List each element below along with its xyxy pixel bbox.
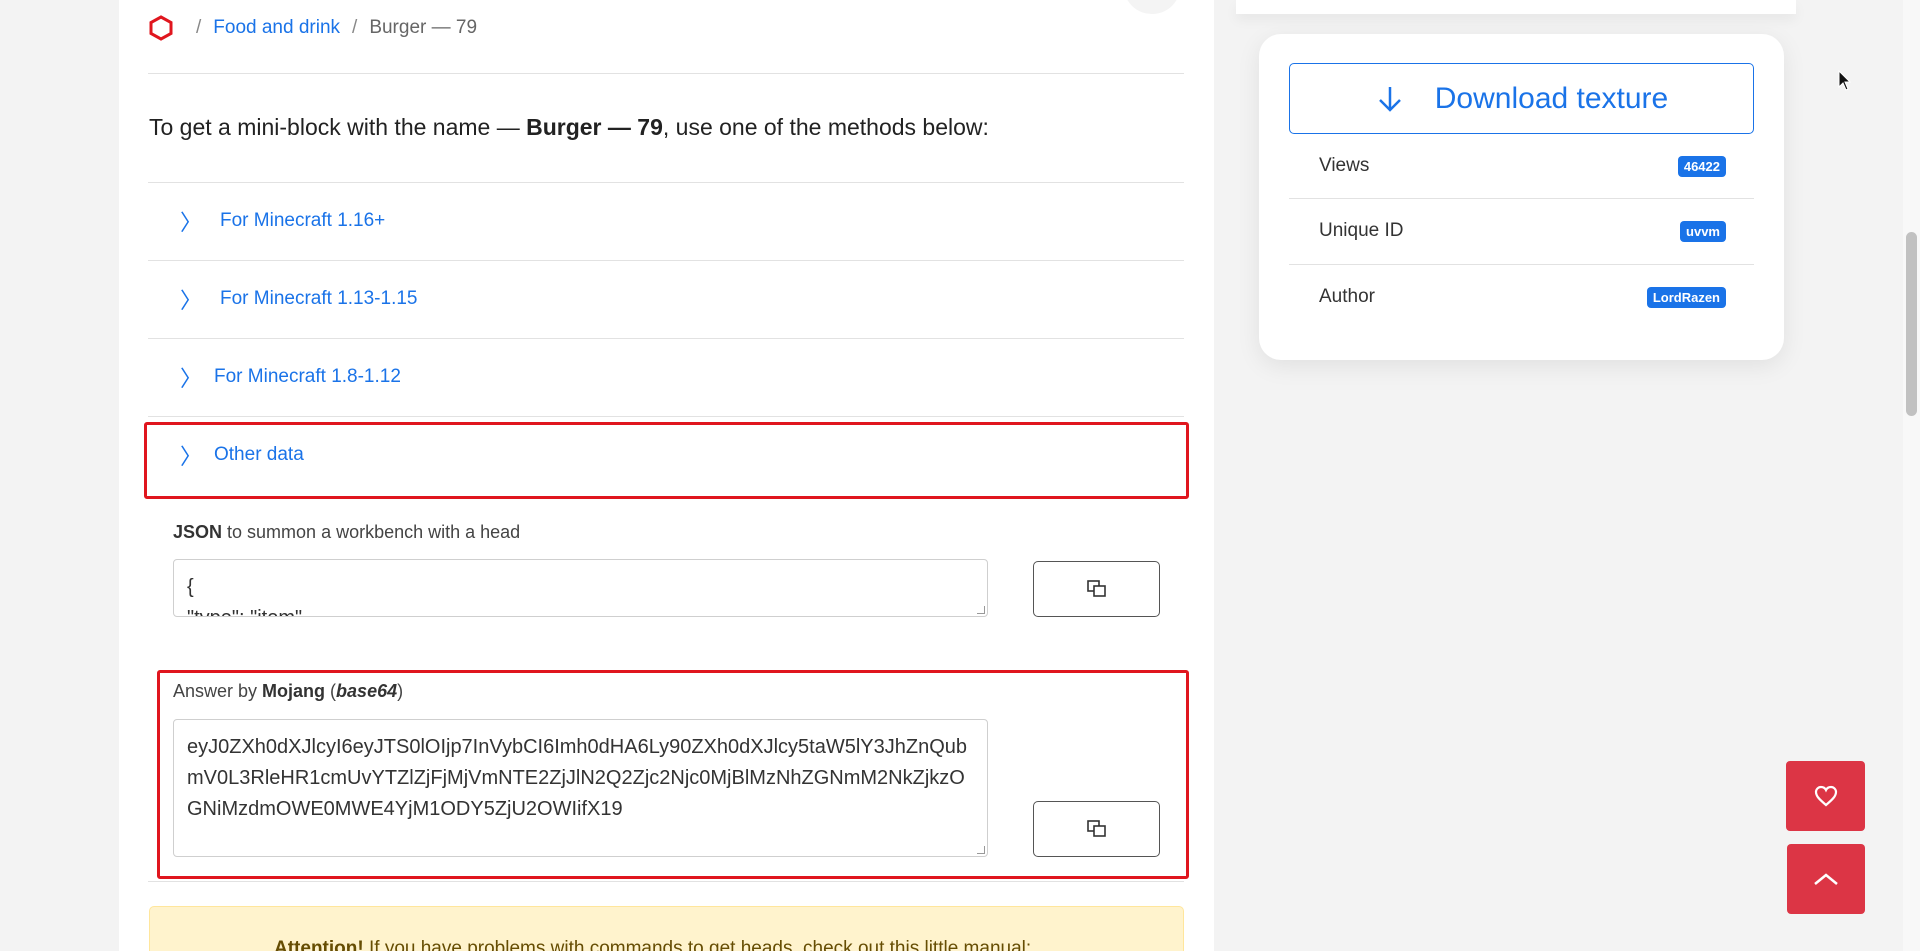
intro-suffix: , use one of the methods below: bbox=[662, 114, 989, 140]
favorite-button[interactable] bbox=[1786, 761, 1865, 831]
chevron-right-icon: 〉 bbox=[180, 211, 203, 236]
intro-prefix: To get a mini-block with the name — bbox=[149, 114, 527, 140]
json-value-line: "type": "item", bbox=[187, 603, 974, 616]
mojang-base64-value: eyJ0ZXh0dXJlcyI6eyJTS0lOIjp7InVybCI6Imh0… bbox=[187, 736, 968, 820]
chevron-right-icon: 〉 bbox=[180, 367, 203, 392]
accordion-label: For Minecraft 1.8-1.12 bbox=[214, 366, 401, 387]
info-key: Author bbox=[1319, 286, 1375, 307]
resize-handle[interactable] bbox=[977, 606, 985, 614]
json-field-label: JSON to summon a workbench with a head bbox=[173, 522, 520, 543]
divider bbox=[148, 73, 1184, 74]
scroll-to-top-button[interactable] bbox=[1787, 844, 1865, 914]
info-row-views: Views 46422 bbox=[1289, 133, 1754, 199]
author-badge[interactable]: LordRazen bbox=[1646, 286, 1726, 308]
views-badge: 46422 bbox=[1677, 155, 1726, 177]
attention-bold: Attention! bbox=[274, 938, 364, 951]
arrow-down-icon bbox=[1378, 86, 1401, 112]
accordion-item-minecraft-1-13[interactable]: 〉 For Minecraft 1.13-1.15 bbox=[148, 260, 1184, 338]
highlight-box-other-data bbox=[144, 422, 1189, 499]
breadcrumb-category-link[interactable]: Food and drink bbox=[213, 17, 340, 39]
attention-alert: Attention! If you have problems with com… bbox=[149, 906, 1184, 951]
intro-text: To get a mini-block with the name — Burg… bbox=[149, 114, 989, 141]
accordion-item-minecraft-1-16[interactable]: 〉 For Minecraft 1.16+ bbox=[148, 182, 1184, 260]
json-textarea[interactable]: { "type": "item", bbox=[173, 559, 988, 617]
resize-handle[interactable] bbox=[977, 846, 985, 854]
accordion-label: For Minecraft 1.13-1.15 bbox=[220, 288, 418, 309]
unique-id-badge: uvvm bbox=[1680, 220, 1726, 242]
copy-icon bbox=[1086, 580, 1106, 597]
accordion-label: For Minecraft 1.16+ bbox=[220, 210, 386, 231]
breadcrumb-separator: / bbox=[196, 17, 202, 38]
breadcrumb-separator: / bbox=[352, 17, 358, 38]
accordion-item-minecraft-1-8[interactable]: 〉 For Minecraft 1.8-1.12 bbox=[148, 338, 1184, 416]
logo-icon[interactable] bbox=[148, 15, 174, 41]
mojang-base64-textarea[interactable]: eyJ0ZXh0dXJlcyI6eyJTS0lOIjp7InVybCI6Imh0… bbox=[173, 719, 988, 857]
sidebar-top-card bbox=[1236, 0, 1796, 14]
mojang-label-italic: base64 bbox=[336, 681, 398, 701]
heart-icon bbox=[1814, 785, 1837, 807]
chevron-up-icon bbox=[1814, 873, 1838, 885]
mojang-field-label: Answer by Mojang (base64) bbox=[173, 681, 403, 702]
json-label-bold: JSON bbox=[173, 522, 223, 542]
breadcrumb-current: Burger — 79 bbox=[369, 17, 478, 38]
mojang-label-prefix: Answer by bbox=[173, 681, 263, 701]
attention-text: If you have problems with commands to ge… bbox=[363, 938, 1032, 951]
download-texture-button[interactable]: Download texture bbox=[1289, 63, 1754, 134]
json-value-line: { bbox=[187, 576, 194, 598]
scrollbar-thumb[interactable] bbox=[1906, 232, 1917, 416]
info-row-unique-id: Unique ID uvvm bbox=[1289, 198, 1754, 264]
copy-json-button[interactable] bbox=[1033, 561, 1160, 617]
copy-mojang-button[interactable] bbox=[1033, 801, 1160, 857]
divider bbox=[148, 881, 1184, 882]
copy-icon bbox=[1086, 820, 1106, 837]
chevron-right-icon: 〉 bbox=[180, 289, 203, 314]
mojang-label-bold: Mojang bbox=[262, 681, 326, 701]
mojang-label-paren: ( bbox=[325, 681, 337, 701]
json-label-rest: to summon a workbench with a head bbox=[222, 522, 521, 542]
mojang-label-paren: ) bbox=[397, 681, 404, 701]
scrollbar-track[interactable] bbox=[1903, 0, 1920, 951]
mouse-cursor-icon bbox=[1838, 70, 1852, 91]
breadcrumb: / Food and drink / Burger — 79 bbox=[148, 14, 477, 42]
intro-name: Burger — 79 bbox=[526, 114, 663, 140]
download-texture-label: Download texture bbox=[1434, 81, 1669, 115]
info-row-author: Author LordRazen bbox=[1289, 264, 1754, 330]
info-key: Unique ID bbox=[1319, 220, 1404, 241]
info-key: Views bbox=[1319, 155, 1370, 176]
